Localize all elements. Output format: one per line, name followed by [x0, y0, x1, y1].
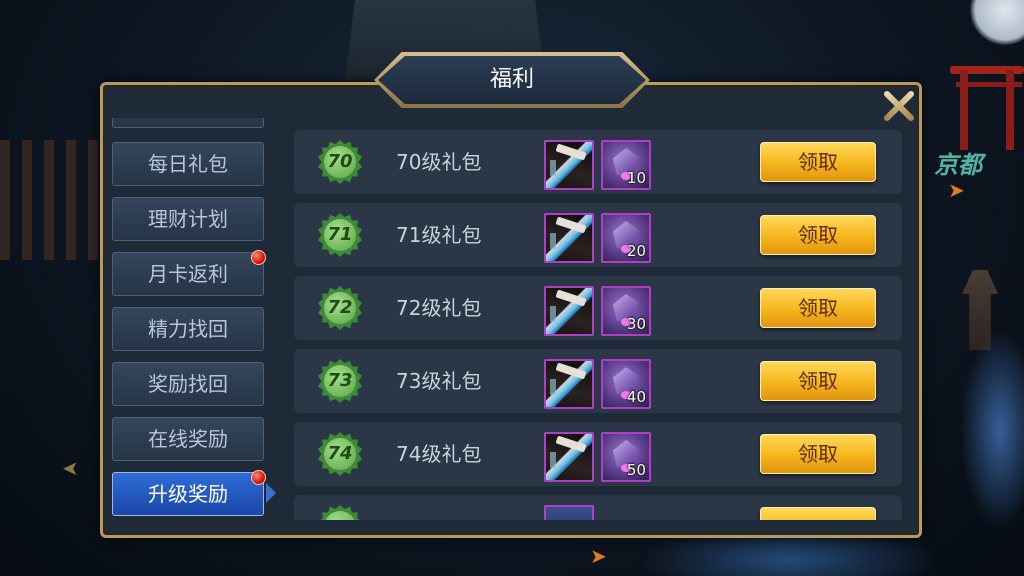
torii-gate	[950, 60, 1024, 150]
reward-label: 74级礼包	[396, 442, 482, 466]
tab-energy-recovery[interactable]: 精力找回	[112, 307, 264, 351]
crystal-item-icon[interactable]: 20	[601, 213, 651, 263]
tab-reward-recovery[interactable]: 奖励找回	[112, 362, 264, 406]
treasure-item-icon[interactable]	[544, 505, 594, 520]
item-quantity: 50	[626, 461, 646, 479]
claim-button[interactable]: 领取	[760, 361, 876, 401]
active-tab-pointer	[266, 483, 276, 503]
reward-label: 71级礼包	[396, 223, 482, 247]
level-seal-icon: 70	[318, 140, 362, 184]
sword-item-icon[interactable]	[544, 286, 594, 336]
level-number: 74	[327, 443, 353, 464]
claim-button[interactable]: 领取	[760, 215, 876, 255]
level-number: 72	[327, 297, 353, 318]
level-seal-icon	[318, 505, 362, 520]
tab-finance-plan[interactable]: 理财计划	[112, 197, 264, 241]
level-seal-icon: 72	[318, 286, 362, 330]
magic-glow	[960, 330, 1024, 530]
tab-list[interactable]: 每日礼包 理财计划 月卡返利 精力找回 奖励找回 在线奖励 升级奖励	[112, 118, 268, 522]
tab-label: 奖励找回	[148, 372, 228, 396]
level-number: 70	[327, 151, 353, 172]
claim-button[interactable]	[760, 507, 876, 520]
level-seal-icon: 73	[318, 359, 362, 403]
item-quantity: 20	[626, 242, 646, 260]
tab-level-up-reward[interactable]: 升级奖励	[112, 470, 266, 516]
tab-label: 在线奖励	[148, 427, 228, 451]
reward-row: 70 70级礼包 10 领取	[294, 130, 902, 194]
item-quantity: 30	[626, 315, 646, 333]
moon	[970, 0, 1024, 45]
reward-list[interactable]: 70 70级礼包 10 领取 71 71级礼包 20 领取 72 72级礼包 3…	[294, 128, 902, 520]
close-icon[interactable]	[880, 88, 916, 124]
claim-button[interactable]: 领取	[760, 142, 876, 182]
reward-label: 70级礼包	[396, 150, 482, 174]
level-number: 73	[327, 370, 353, 391]
chevron-left-icon: ➤	[62, 456, 79, 480]
crystal-item-icon[interactable]: 40	[601, 359, 651, 409]
chevron-right-icon: ➤	[590, 544, 607, 568]
tab-label: 理财计划	[148, 207, 228, 231]
tab-hidden-above[interactable]	[112, 118, 264, 128]
reward-row: 71 71级礼包 20 领取	[294, 203, 902, 267]
crystal-item-icon[interactable]: 30	[601, 286, 651, 336]
tab-monthly-card[interactable]: 月卡返利	[112, 250, 266, 296]
item-quantity: 10	[626, 169, 646, 187]
crystal-item-icon[interactable]: 50	[601, 432, 651, 482]
level-seal-icon: 74	[318, 432, 362, 476]
tab-label: 精力找回	[148, 317, 228, 341]
sword-item-icon[interactable]	[544, 359, 594, 409]
red-dot-icon	[251, 250, 266, 265]
background-fence	[0, 140, 110, 260]
tab-label: 月卡返利	[148, 262, 228, 286]
reward-row: 74 74级礼包 50 领取	[294, 422, 902, 486]
panel-title: 福利	[489, 67, 534, 92]
reward-label: 73级礼包	[396, 369, 482, 393]
chevron-right-icon: ➤	[948, 178, 965, 202]
reward-row: 73 73级礼包 40 领取	[294, 349, 902, 413]
sword-item-icon[interactable]	[544, 213, 594, 263]
tab-online-reward[interactable]: 在线奖励	[112, 417, 264, 461]
tab-daily-gift[interactable]: 每日礼包	[112, 142, 264, 186]
reward-row: 72 72级礼包 30 领取	[294, 276, 902, 340]
tab-label: 升级奖励	[148, 482, 228, 506]
reward-label: 72级礼包	[396, 296, 482, 320]
tab-label: 每日礼包	[148, 152, 228, 176]
reward-row-partial	[294, 495, 902, 520]
red-dot-icon	[251, 470, 266, 485]
claim-button[interactable]: 领取	[760, 434, 876, 474]
item-quantity: 40	[626, 388, 646, 406]
sword-item-icon[interactable]	[544, 140, 594, 190]
claim-button[interactable]: 领取	[760, 288, 876, 328]
crystal-item-icon[interactable]: 10	[601, 140, 651, 190]
level-seal-icon: 71	[318, 213, 362, 257]
sword-item-icon[interactable]	[544, 432, 594, 482]
location-label[interactable]: 京都	[934, 145, 982, 180]
level-number: 71	[327, 224, 353, 245]
